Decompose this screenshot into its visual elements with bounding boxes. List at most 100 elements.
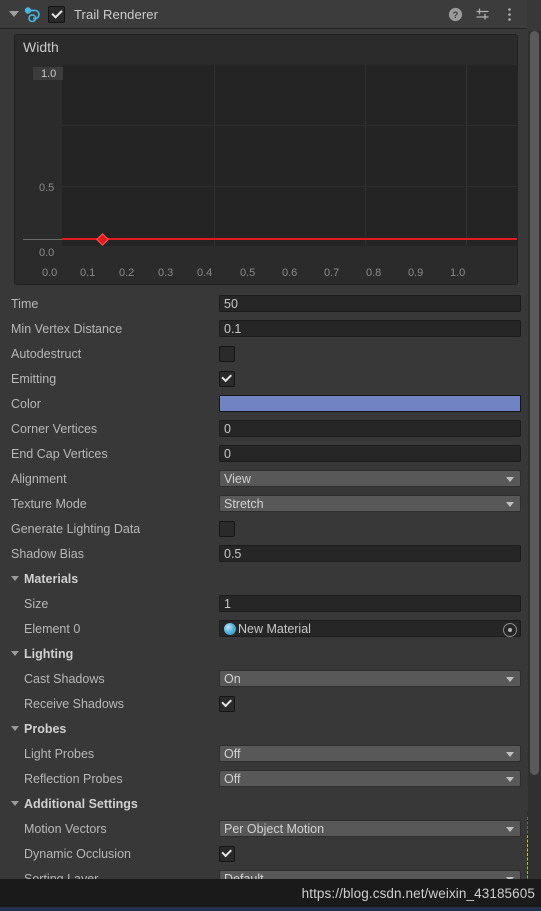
grid-hline <box>62 125 517 127</box>
material-icon <box>224 622 236 635</box>
property-row: End Cap Vertices 0 <box>0 441 527 466</box>
property-row: Color <box>0 391 527 416</box>
dropdown-select[interactable]: Stretch <box>219 495 521 512</box>
grid-vline <box>365 65 367 246</box>
text-input[interactable]: 0 <box>219 420 521 437</box>
section-foldout-icon[interactable] <box>11 726 19 731</box>
dropdown-value: View <box>224 471 251 486</box>
chevron-down-icon <box>506 502 514 507</box>
text-input[interactable]: 1 <box>219 595 521 612</box>
x-tick: 0.8 <box>366 267 382 279</box>
dropdown-select[interactable]: View <box>219 470 521 487</box>
x-tick: 1.0 <box>450 267 466 279</box>
text-input[interactable]: 0.5 <box>219 545 521 562</box>
property-row: Cast Shadows On <box>0 666 527 691</box>
chevron-down-icon <box>506 752 514 757</box>
property-field <box>219 370 521 387</box>
checkbox[interactable] <box>219 370 235 387</box>
x-tick: 0.0 <box>42 267 58 279</box>
component-title: Trail Renderer <box>74 6 159 22</box>
property-row: Dynamic Occlusion <box>0 841 527 866</box>
property-row: Time 50 <box>0 291 527 316</box>
property-label: Texture Mode <box>11 496 87 511</box>
section-foldout-icon[interactable] <box>11 651 19 656</box>
property-row: Additional Settings <box>0 791 527 816</box>
property-field: 50 <box>219 295 521 312</box>
more-menu-icon[interactable] <box>502 7 517 22</box>
checkbox[interactable] <box>219 845 235 862</box>
dropdown-value: Off <box>224 746 241 761</box>
dropdown-select[interactable]: Off <box>219 745 521 762</box>
width-curve-editor[interactable]: Width 1.0 0.5 0.0 0.0 0.1 0.2 0.3 0.4 0.… <box>14 34 518 285</box>
property-row: Receive Shadows <box>0 691 527 716</box>
property-label: Reflection Probes <box>24 771 123 786</box>
checkbox[interactable] <box>219 695 235 712</box>
property-field: 1 <box>219 595 521 612</box>
property-row: Emitting <box>0 366 527 391</box>
inspector-scrollbar-thumb[interactable] <box>530 31 539 775</box>
object-reference-field[interactable]: New Material <box>219 620 521 637</box>
section-foldout-icon[interactable] <box>11 801 19 806</box>
property-label: Light Probes <box>24 746 95 761</box>
property-field: View <box>219 470 521 487</box>
property-label: Emitting <box>11 371 57 386</box>
x-tick: 0.5 <box>240 267 256 279</box>
property-field <box>219 345 521 362</box>
property-row: Probes <box>0 716 527 741</box>
property-label: Generate Lighting Data <box>11 521 141 536</box>
property-field: On <box>219 670 521 687</box>
y-tick-0-5: 0.5 <box>39 182 55 194</box>
property-field <box>219 695 521 712</box>
dropdown-value: On <box>224 671 241 686</box>
grid-hline <box>62 185 517 187</box>
curve-plot-area[interactable] <box>62 65 517 246</box>
trail-renderer-icon <box>23 5 43 23</box>
grid-vline <box>466 65 468 246</box>
property-field: Per Object Motion <box>219 820 521 837</box>
text-input[interactable]: 50 <box>219 295 521 312</box>
property-label: Size <box>24 596 49 611</box>
property-field: 0.1 <box>219 320 521 337</box>
dropdown-select[interactable]: On <box>219 670 521 687</box>
property-label: Min Vertex Distance <box>11 321 123 336</box>
inspector-scrollbar[interactable] <box>528 31 541 883</box>
y-tick-1: 1.0 <box>41 68 57 80</box>
chevron-down-icon <box>506 477 514 482</box>
property-label: Cast Shadows <box>24 671 105 686</box>
property-field: 0 <box>219 445 521 462</box>
chevron-down-icon <box>506 777 514 782</box>
text-input[interactable]: 0 <box>219 445 521 462</box>
text-input[interactable]: 0.1 <box>219 320 521 337</box>
chevron-down-icon <box>506 677 514 682</box>
property-row: Alignment View <box>0 466 527 491</box>
component-header[interactable]: Trail Renderer ? <box>0 0 527 29</box>
dropdown-value: Stretch <box>224 496 264 511</box>
color-swatch[interactable] <box>219 395 521 412</box>
property-label: Receive Shadows <box>24 696 125 711</box>
help-icon[interactable]: ? <box>448 7 463 22</box>
property-label: Probes <box>24 721 67 736</box>
dropdown-value: Per Object Motion <box>224 821 325 836</box>
dropdown-select[interactable]: Off <box>219 770 521 787</box>
x-tick: 0.9 <box>408 267 424 279</box>
property-field: Stretch <box>219 495 521 512</box>
section-foldout-icon[interactable] <box>11 576 19 581</box>
property-label: Motion Vectors <box>24 821 107 836</box>
property-row: Reflection Probes Off <box>0 766 527 791</box>
component-foldout-toggle[interactable] <box>6 6 22 22</box>
width-curve-line <box>62 238 517 240</box>
property-field: Off <box>219 745 521 762</box>
property-label: End Cap Vertices <box>11 446 108 461</box>
property-row: Shadow Bias 0.5 <box>0 541 527 566</box>
property-label: Autodestruct <box>11 346 82 361</box>
header-icon-group: ? <box>448 7 521 22</box>
property-label: Element 0 <box>24 621 81 636</box>
checkbox[interactable] <box>219 520 235 537</box>
preset-icon[interactable] <box>475 7 490 22</box>
object-picker-icon[interactable] <box>503 623 517 637</box>
dropdown-select[interactable]: Per Object Motion <box>219 820 521 837</box>
component-enable-checkbox[interactable] <box>48 5 65 23</box>
property-row: Texture Mode Stretch <box>0 491 527 516</box>
checkbox[interactable] <box>219 345 235 362</box>
property-row: Min Vertex Distance 0.1 <box>0 316 527 341</box>
